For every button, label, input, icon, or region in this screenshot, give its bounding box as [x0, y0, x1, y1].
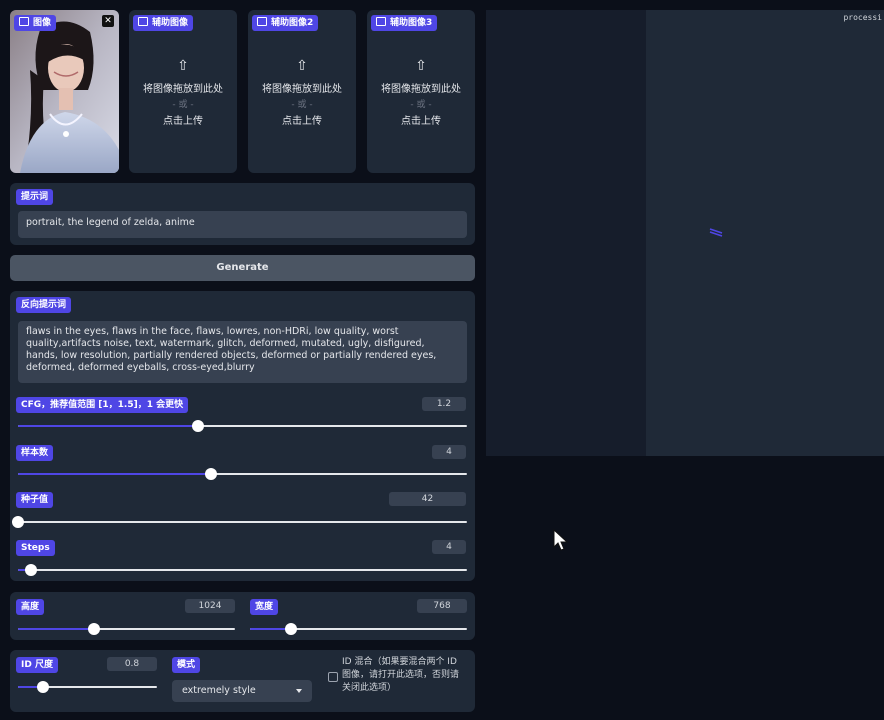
output-image-area: [646, 10, 884, 456]
negative-prompt-input[interactable]: flaws in the eyes, flaws in the face, fl…: [18, 321, 467, 383]
height-value[interactable]: 1024: [185, 599, 235, 613]
cfg-label: CFG，推荐值范围 [1，1.5]，1 会更快: [16, 397, 189, 413]
prompt-label: 提示词: [16, 189, 54, 205]
click-upload-text[interactable]: 点击上传: [129, 112, 237, 127]
id-scale-value[interactable]: 0.8: [107, 657, 157, 671]
size-panel: 高度 1024 宽度 768: [10, 592, 475, 640]
id-mix-label[interactable]: ID 混合（如果要混合两个 ID 图像，请打开此选项，否则请关闭此选项）: [342, 656, 467, 695]
id-panel: ID 尺度 0.8 模式 extremely style ID 混合（如果要混合…: [10, 650, 475, 712]
or-text: - 或 -: [410, 100, 432, 110]
aux-image-2-label: 辅助图像2: [252, 15, 319, 31]
samples-slider[interactable]: [18, 468, 467, 480]
click-upload-text[interactable]: 点击上传: [248, 112, 356, 127]
mode-label: 模式: [172, 657, 201, 673]
slider-track[interactable]: [18, 569, 467, 571]
processing-status: processi: [843, 13, 882, 22]
slider-handle[interactable]: [191, 420, 204, 432]
cfg-value[interactable]: 1.2: [422, 397, 466, 411]
aux-image-panel-2[interactable]: 辅助图像2 ⇧ 将图像拖放到此处 - 或 - 点击上传: [248, 10, 356, 173]
drop-text: 将图像拖放到此处: [143, 84, 223, 95]
image-icon: [376, 17, 386, 26]
slider-track[interactable]: [18, 521, 467, 523]
width-slider[interactable]: [250, 623, 467, 635]
steps-label: Steps: [16, 540, 55, 556]
loading-spinner-icon: [709, 228, 723, 237]
slider-handle[interactable]: [205, 468, 218, 480]
slider-handle[interactable]: [87, 623, 100, 635]
or-text: - 或 -: [291, 100, 313, 110]
cursor-icon: [553, 529, 569, 551]
output-gallery: processi: [486, 10, 884, 456]
upload-dropzone[interactable]: ⇧ 将图像拖放到此处 - 或 - 点击上传: [129, 58, 237, 127]
width-label: 宽度: [250, 599, 279, 615]
upload-dropzone[interactable]: ⇧ 将图像拖放到此处 - 或 - 点击上传: [248, 58, 356, 127]
portrait-image: [10, 10, 119, 173]
settings-panel: 反向提示词 flaws in the eyes, flaws in the fa…: [10, 291, 475, 581]
cfg-slider[interactable]: [18, 420, 467, 432]
upload-dropzone[interactable]: ⇧ 将图像拖放到此处 - 或 - 点击上传: [367, 58, 475, 127]
image-icon: [138, 17, 148, 26]
aux-image-3-label: 辅助图像3: [371, 15, 438, 31]
drop-text: 将图像拖放到此处: [381, 84, 461, 95]
slider-handle[interactable]: [25, 564, 38, 576]
id-scale-slider[interactable]: [18, 681, 157, 693]
generate-button[interactable]: Generate: [10, 255, 475, 281]
height-label: 高度: [16, 599, 45, 615]
aux-image-1-label: 辅助图像: [133, 15, 194, 31]
height-slider[interactable]: [18, 623, 235, 635]
aux-image-panel-1[interactable]: 辅助图像 ⇧ 将图像拖放到此处 - 或 - 点击上传: [129, 10, 237, 173]
slider-handle[interactable]: [285, 623, 298, 635]
slider-fill: [18, 425, 198, 427]
id-mix-checkbox[interactable]: [328, 672, 338, 682]
upload-icon: ⇧: [296, 58, 308, 74]
aux-image-panel-3[interactable]: 辅助图像3 ⇧ 将图像拖放到此处 - 或 - 点击上传: [367, 10, 475, 173]
close-icon[interactable]: ✕: [102, 15, 114, 27]
image-icon: [257, 17, 267, 26]
samples-label: 样本数: [16, 445, 54, 461]
prompt-panel: 提示词 portrait, the legend of zelda, anime: [10, 183, 475, 245]
width-value[interactable]: 768: [417, 599, 467, 613]
prompt-input[interactable]: portrait, the legend of zelda, anime: [18, 211, 467, 238]
slider-handle[interactable]: [12, 516, 24, 528]
steps-slider[interactable]: [18, 564, 467, 576]
drop-text: 将图像拖放到此处: [262, 84, 342, 95]
upload-icon: ⇧: [177, 58, 189, 74]
seed-value[interactable]: 42: [389, 492, 466, 506]
slider-fill: [18, 628, 94, 630]
upload-icon: ⇧: [415, 58, 427, 74]
samples-value[interactable]: 4: [432, 445, 466, 459]
id-scale-label: ID 尺度: [16, 657, 58, 673]
main-image-panel[interactable]: 图像 ✕: [10, 10, 119, 173]
seed-label: 种子值: [16, 492, 54, 508]
mode-selected-value: extremely style: [182, 685, 256, 696]
steps-value[interactable]: 4: [432, 540, 466, 554]
click-upload-text[interactable]: 点击上传: [367, 112, 475, 127]
or-text: - 或 -: [172, 100, 194, 110]
slider-fill: [18, 473, 212, 475]
main-image-label: 图像: [14, 15, 57, 31]
seed-slider[interactable]: [12, 516, 467, 528]
negative-prompt-label: 反向提示词: [16, 297, 72, 313]
chevron-down-icon: [296, 689, 302, 693]
slider-handle[interactable]: [37, 681, 50, 693]
mode-dropdown[interactable]: extremely style: [172, 680, 312, 702]
image-icon: [19, 17, 29, 26]
